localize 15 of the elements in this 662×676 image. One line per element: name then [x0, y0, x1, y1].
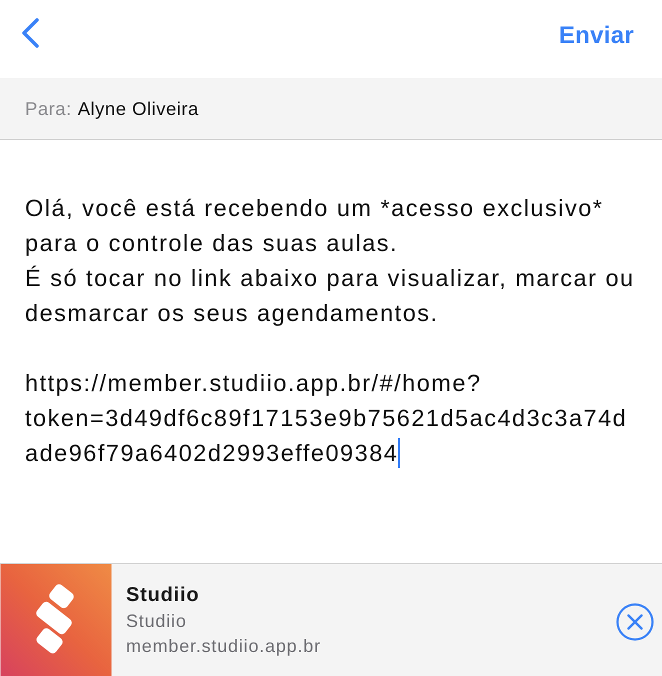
app-title: Studiio: [126, 584, 200, 606]
url-text: https://member.studiio.app.br/#/home?token=3d49df6c89f17153e9b75621d5ac4d3c3a74dade96f79a6402d2993effe09384: [25, 370, 628, 466]
app-url: member.studiio.app.br: [126, 636, 322, 656]
close-icon: [616, 603, 654, 641]
recipient-name: Alyne Oliveira: [78, 98, 199, 120]
app-logo-icon: [0, 564, 112, 676]
close-button[interactable]: [616, 603, 654, 641]
app-banner[interactable]: Studiio Studiio member.studiio.app.br: [0, 563, 662, 676]
back-button[interactable]: [21, 17, 40, 49]
send-button[interactable]: Enviar: [558, 22, 634, 50]
recipient-label: Para:: [25, 98, 72, 120]
app-subtitle: Studiio: [126, 610, 188, 632]
recipient-field[interactable]: Para: Alyne Oliveira: [0, 78, 662, 140]
message-text: Olá, você está recebendo um *acesso exclusivo* para o controle das suas aulas. É só tocar no link abaixo para visualizar, marcar ou desmarcar os seus agendamentos.: [25, 195, 635, 326]
chevron-left-icon: [21, 17, 40, 49]
